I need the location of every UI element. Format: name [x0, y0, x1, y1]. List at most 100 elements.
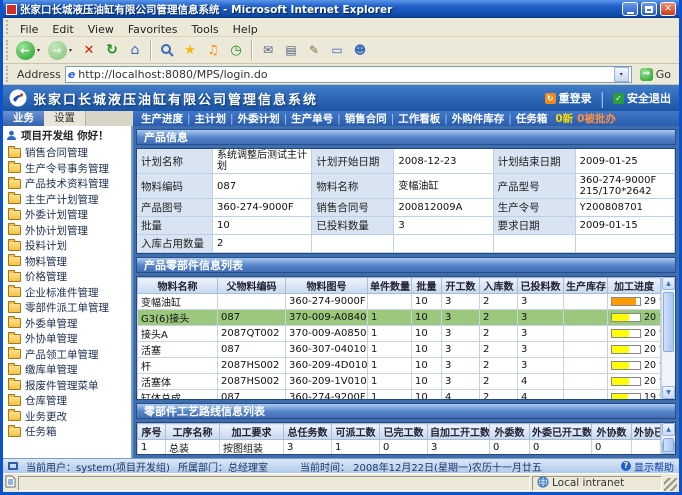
scroll-up-icon[interactable]: ▲ [662, 277, 675, 290]
parts-row-cell: 4 [518, 390, 564, 400]
sidebar-item-主生产计划管理[interactable]: 主生产计划管理 [8, 192, 131, 208]
nav-item-生产进度[interactable]: 生产进度 [137, 111, 187, 126]
sidebar-item-报废件管理菜单[interactable]: 报废件管理菜单 [8, 378, 131, 394]
menu-file[interactable]: File [13, 23, 45, 36]
folder-icon [8, 303, 21, 313]
parts-row-cell: 4 [518, 374, 564, 390]
mail-icon[interactable]: ✉ [257, 39, 279, 62]
home-icon[interactable]: ⌂ [124, 39, 146, 62]
info-field-value: 2 [213, 235, 312, 253]
sidebar-item-产品技术资料管理[interactable]: 产品技术资料管理 [8, 176, 131, 192]
route-row[interactable]: 1总装按图组装3103000 [138, 440, 661, 455]
progress-fill [612, 378, 629, 385]
parts-row[interactable]: 活塞体2087HS002360-209-1V01011032420 % [138, 374, 661, 390]
sidebar-item-外协单管理[interactable]: 外协单管理 [8, 331, 131, 347]
scroll-thumb[interactable] [663, 438, 674, 452]
print-icon[interactable]: ▤ [280, 39, 302, 62]
column-header: 外协数 [592, 424, 632, 440]
nav-item-外委计划[interactable]: 外委计划 [234, 111, 284, 126]
parts-scrollbar[interactable]: ▲▼ [661, 277, 675, 399]
menu-edit[interactable]: Edit [45, 23, 80, 36]
addressbar-grip[interactable] [6, 66, 9, 82]
back-icon[interactable]: ← [14, 39, 36, 62]
menu-favorites[interactable]: Favorites [121, 23, 185, 36]
sidebar-item-投料计划[interactable]: 投料计划 [8, 238, 131, 254]
folder-icon [8, 318, 21, 328]
menu-view[interactable]: View [81, 23, 121, 36]
nav-item-主计划[interactable]: 主计划 [191, 111, 231, 126]
search-icon[interactable] [156, 39, 178, 62]
minimize-button[interactable] [622, 2, 638, 16]
address-input[interactable]: e http://localhost:8080/MPS/login.do ▾ [65, 66, 632, 83]
parts-row-cell [218, 294, 286, 310]
maximize-button[interactable] [641, 2, 657, 16]
menu-tools[interactable]: Tools [185, 23, 226, 36]
nav-item-工作看板[interactable]: 工作看板 [394, 111, 444, 126]
sidebar-item-任务箱[interactable]: 任务箱 [8, 424, 131, 440]
messenger-glyph: ☻ [354, 43, 367, 57]
sidebar-item-价格管理[interactable]: 价格管理 [8, 269, 131, 285]
parts-row-cell [564, 294, 608, 310]
parts-row-cell: 087 [218, 342, 286, 358]
resize-grip[interactable] [664, 478, 677, 491]
tab-业务[interactable]: 业务 [3, 111, 44, 126]
sidebar-item-业务更改[interactable]: 业务更改 [8, 409, 131, 425]
sidebar-item-企业标准件管理[interactable]: 企业标准件管理 [8, 285, 131, 301]
progress-bar [611, 313, 641, 322]
tab-设置[interactable]: 设置 [44, 111, 86, 126]
nav-item-生产单号[interactable]: 生产单号 [287, 111, 337, 126]
scroll-down-icon[interactable]: ▼ [662, 386, 675, 399]
messenger-icon[interactable]: ☻ [349, 39, 371, 62]
sidebar-item-产品领工单管理[interactable]: 产品领工单管理 [8, 347, 131, 363]
edit-icon[interactable]: ✎ [303, 39, 325, 62]
parts-row[interactable]: 接头A2087QT002370-009-A085011032320 % [138, 326, 661, 342]
parts-row[interactable]: 变幅油缸360-274-9000F1032329 % [138, 294, 661, 310]
parts-row[interactable]: G3(6)接头087370-009-A084011032320 % [138, 310, 661, 326]
sidebar-item-生产令号事务管理[interactable]: 生产令号事务管理 [8, 161, 131, 177]
nav-item-销售合同[interactable]: 销售合同 [341, 111, 391, 126]
parts-row-cell: 087 [218, 310, 286, 326]
sidebar-item-销售合同管理[interactable]: 销售合同管理 [8, 145, 131, 161]
scroll-track[interactable] [662, 436, 675, 441]
sidebar-item-仓库管理[interactable]: 仓库管理 [8, 393, 131, 409]
menu-help[interactable]: Help [226, 23, 265, 36]
toolbar-grip[interactable] [6, 40, 9, 61]
stop-icon[interactable]: ✕ [78, 39, 100, 62]
parts-row[interactable]: 杆2087HS002360-209-4D01011032320 % [138, 358, 661, 374]
go-button[interactable]: → Go [636, 68, 675, 81]
parts-row[interactable]: 活塞087360-307-0401011032320 % [138, 342, 661, 358]
scroll-up-icon[interactable]: ▲ [662, 423, 675, 436]
toolbar-separator [150, 40, 152, 60]
parts-row[interactable]: 缸体总成087360-274-9200F11042419 % [138, 390, 661, 400]
info-field-value: 2009-01-15 [576, 217, 675, 235]
security-zone-panel: Local intranet [532, 476, 662, 491]
progress-bar [611, 393, 641, 399]
sidebar-item-外委计划管理[interactable]: 外委计划管理 [8, 207, 131, 223]
sidebar-item-缴库单管理[interactable]: 缴库单管理 [8, 362, 131, 378]
route-scrollbar[interactable]: ▲▼ [661, 423, 675, 454]
forward-dropdown-icon[interactable]: ▾ [69, 47, 77, 54]
history-icon[interactable]: ◷ [225, 39, 247, 62]
favorites-icon[interactable]: ★ [179, 39, 201, 62]
menu-grip[interactable] [6, 20, 9, 34]
sidebar-item-物料管理[interactable]: 物料管理 [8, 254, 131, 270]
sidebar-item-零部件派工单管理[interactable]: 零部件派工单管理 [8, 300, 131, 316]
discuss-icon[interactable]: ▭ [326, 39, 348, 62]
scroll-thumb[interactable] [663, 292, 674, 352]
sidebar-item-外协计划管理[interactable]: 外协计划管理 [8, 223, 131, 239]
show-help-link[interactable]: ? 显示帮助 [621, 459, 674, 474]
logout-button[interactable]: ✓ 安全退出 [613, 90, 671, 106]
scroll-track[interactable] [662, 290, 675, 386]
nav-item-任务箱[interactable]: 任务箱 [512, 111, 552, 126]
refresh-icon[interactable]: ↻ [101, 39, 123, 62]
nav-item-外购件库存[interactable]: 外购件库存 [448, 111, 509, 126]
sidebar-item-外委单管理[interactable]: 外委单管理 [8, 316, 131, 332]
media-icon[interactable]: ♫ [202, 39, 224, 62]
route-list-header: 零部件工艺路线信息列表 [136, 403, 676, 419]
relogin-button[interactable]: ↻ 重登录 [545, 90, 592, 106]
close-button[interactable]: ✕ [660, 2, 676, 16]
back-dropdown-icon[interactable]: ▾ [37, 47, 45, 54]
address-dropdown-icon[interactable]: ▾ [614, 67, 629, 82]
forward-icon[interactable]: → [46, 39, 68, 62]
info-field-value: 10 [213, 217, 312, 235]
